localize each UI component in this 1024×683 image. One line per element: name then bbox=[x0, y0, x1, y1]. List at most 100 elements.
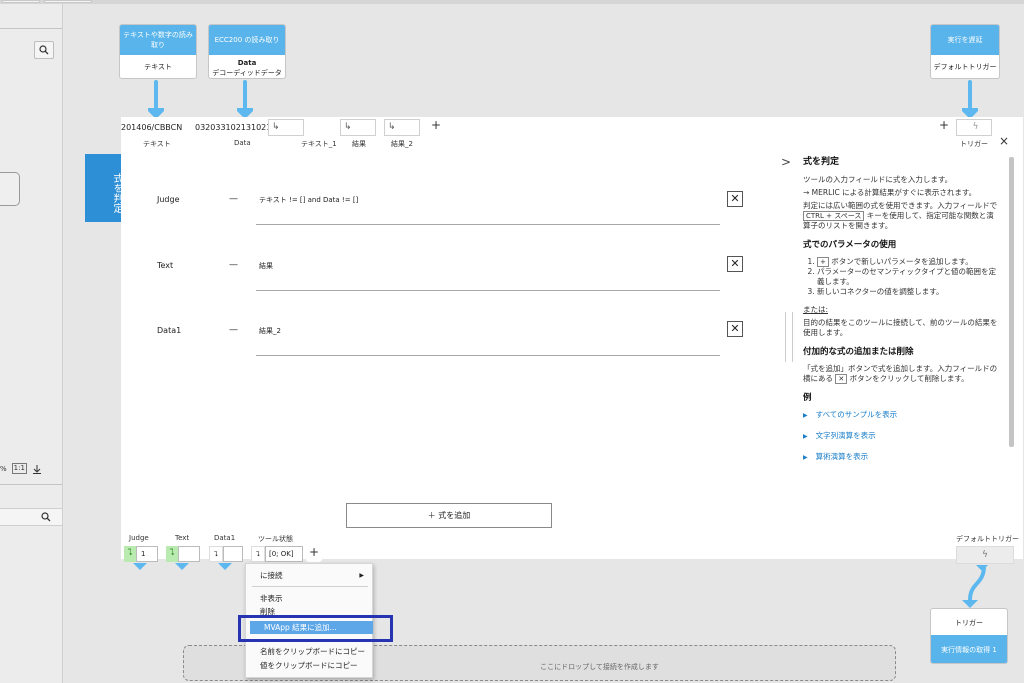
output-text-value[interactable] bbox=[178, 546, 200, 562]
zoom-controls: % 1:1 bbox=[0, 463, 42, 474]
connector-arrow-icon bbox=[976, 565, 988, 571]
download-icon[interactable] bbox=[32, 464, 42, 474]
input-label: テキスト bbox=[143, 140, 171, 148]
input-label: 結果 bbox=[352, 140, 366, 148]
output-label-judge: Judge bbox=[129, 534, 149, 542]
input-slot-result-2[interactable]: ↳ bbox=[384, 119, 420, 136]
node-ocr-output: テキスト bbox=[144, 63, 172, 71]
close-button[interactable]: × bbox=[999, 134, 1009, 148]
help-steps: + ボタンで新しいパラメータを追加します。 パラメーターのセマンティックタイプと… bbox=[817, 257, 1001, 297]
node-fetch-title: 実行情報の取得 1 bbox=[931, 635, 1007, 663]
node-ocr[interactable]: テキストや数字の読み取り テキスト bbox=[119, 24, 197, 79]
output-label-data1: Data1 bbox=[214, 534, 236, 542]
search-row[interactable] bbox=[0, 508, 62, 526]
help-scrollbar[interactable] bbox=[1009, 157, 1014, 447]
node-ecc200[interactable]: ECC200 の読み取り Data デコーディッドデータ bbox=[208, 24, 286, 79]
help-link-all-samples[interactable]: すべてのサンプルを表示 bbox=[803, 410, 1001, 421]
node-ecc200-title: ECC200 の読み取り bbox=[209, 25, 285, 55]
help-step: + ボタンで新しいパラメータを追加します。 bbox=[817, 257, 1001, 267]
output-label-text: Text bbox=[175, 534, 190, 542]
search-icon[interactable] bbox=[41, 512, 51, 522]
menu-item-hide[interactable]: 非表示 bbox=[246, 592, 372, 605]
expression-dash: — bbox=[229, 194, 238, 204]
collapse-help-button[interactable]: > bbox=[781, 155, 791, 169]
document-tab[interactable] bbox=[44, 0, 92, 3]
output-arrow-icon bbox=[133, 563, 147, 570]
input-label: テキスト_1 bbox=[301, 140, 337, 148]
remove-expression-text-button[interactable]: ✕ bbox=[727, 256, 743, 272]
connector bbox=[968, 80, 972, 110]
judge-expression-tool: 201406/CBBCN 03203310213102112322 テキスト D… bbox=[121, 117, 1023, 570]
add-input-button[interactable]: + bbox=[428, 119, 444, 135]
add-trigger-button[interactable]: + bbox=[936, 119, 952, 135]
add-output-button[interactable]: + bbox=[306, 546, 322, 562]
expression-input-text[interactable]: 結果 bbox=[256, 255, 720, 291]
help-title: 式を判定 bbox=[803, 157, 840, 167]
menu-item-copy-name[interactable]: 名前をクリップボードにコピー bbox=[246, 645, 372, 658]
help-panel: 式を判定 ツールの入力フィールドに式を入力します。 → MERLIC による計算… bbox=[803, 157, 1001, 473]
input-slot-result[interactable]: ↳ bbox=[340, 119, 376, 136]
search-button[interactable] bbox=[34, 41, 54, 59]
node-ecc200-output-label: デコーディッドデータ bbox=[212, 69, 282, 77]
help-intro-1: ツールの入力フィールドに式を入力します。 bbox=[803, 175, 953, 184]
output-arrow-icon bbox=[218, 563, 232, 570]
output-state-value[interactable]: [0; OK] bbox=[265, 546, 303, 562]
tool-side-tab[interactable]: 式を判定 bbox=[85, 154, 122, 222]
output-state-marker-icon: ⮧ bbox=[251, 546, 265, 562]
help-link-arith-ops[interactable]: 算術演算を表示 bbox=[803, 452, 1001, 463]
help-link-string-ops[interactable]: 文字列演算を表示 bbox=[803, 431, 1001, 442]
divider bbox=[0, 28, 62, 29]
divider bbox=[0, 484, 62, 485]
input-value-text: 201406/CBBCN bbox=[121, 123, 183, 132]
input-slot-text-1[interactable]: ↳ bbox=[268, 119, 304, 136]
output-judge-marker-icon: ⮧ bbox=[124, 546, 136, 562]
search-icon bbox=[39, 45, 49, 55]
zoom-fit-button[interactable]: 1:1 bbox=[11, 463, 27, 474]
expression-input-data1[interactable]: 結果_2 bbox=[256, 320, 720, 356]
node-fetch-info[interactable]: トリガー 実行情報の取得 1 bbox=[930, 608, 1008, 664]
output-arrow-icon bbox=[175, 563, 189, 570]
remove-expression-data1-button[interactable]: ✕ bbox=[727, 321, 743, 337]
expression-input-judge[interactable]: テキスト != [] and Data != [] bbox=[256, 189, 720, 225]
connector bbox=[154, 80, 158, 110]
submenu-arrow-icon: ▶ bbox=[359, 572, 364, 579]
shortcut-key: CTRL + スペース bbox=[803, 211, 865, 221]
expression-label-data1: Data1 bbox=[157, 326, 182, 335]
node-delay[interactable]: 実行を遅延 デフォルトトリガー bbox=[930, 24, 1000, 79]
output-data1-marker-icon: ⮧ bbox=[209, 546, 223, 562]
node-fetch-trigger: トリガー bbox=[955, 619, 983, 627]
resize-handle[interactable] bbox=[785, 312, 793, 362]
help-or: または: bbox=[803, 305, 829, 314]
output-judge-value[interactable]: 1 bbox=[136, 546, 158, 562]
trigger-input-slot[interactable]: ϟ bbox=[956, 119, 992, 136]
help-add-remove-text: 「式を追加」ボタンで式を追加します。入力フィールドの横にある ✕ ボタンをクリッ… bbox=[803, 364, 998, 384]
connector bbox=[243, 80, 247, 110]
node-delay-title: 実行を遅延 bbox=[931, 25, 999, 55]
output-data1-value[interactable] bbox=[223, 546, 243, 562]
document-tab[interactable] bbox=[2, 0, 40, 3]
input-label: 結果_2 bbox=[391, 140, 413, 148]
output-label-state: ツール状態 bbox=[258, 535, 293, 543]
help-intro-2: → MERLIC による計算結果がすぐに表示されます。 bbox=[803, 188, 977, 197]
menu-item-connect[interactable]: に接続 ▶ bbox=[246, 569, 372, 582]
help-section-add-remove: 付加的な式の追加または削除 bbox=[803, 347, 914, 357]
help-section-examples: 例 bbox=[803, 393, 812, 403]
node-delay-output: デフォルトトリガー bbox=[933, 63, 997, 71]
default-trigger-label: デフォルトトリガー bbox=[956, 535, 1019, 543]
add-expression-button[interactable]: ＋ 式を追加 bbox=[346, 503, 552, 528]
left-panel: % 1:1 bbox=[0, 4, 63, 683]
node-ecc200-output-name: Data bbox=[237, 59, 257, 67]
zoom-level: % bbox=[0, 464, 7, 473]
trigger-input-label: トリガー bbox=[960, 140, 988, 148]
tool-item[interactable] bbox=[0, 172, 20, 206]
help-section-params: 式でのパラメータの使用 bbox=[803, 240, 897, 250]
node-ocr-title: テキストや数字の読み取り bbox=[120, 25, 196, 55]
input-label: Data bbox=[234, 139, 251, 147]
expression-label-judge: Judge bbox=[157, 195, 180, 204]
remove-expression-judge-button[interactable]: ✕ bbox=[727, 191, 743, 207]
help-or-text: 目的の結果をこのツールに接続して、前のツールの結果を使用します。 bbox=[803, 318, 998, 337]
menu-separator bbox=[252, 586, 368, 587]
help-step: 新しいコネクターの値を調整します。 bbox=[817, 287, 1001, 297]
menu-item-copy-value[interactable]: 値をクリップボードにコピー bbox=[246, 659, 372, 672]
help-step: パラメーターのセマンティックタイプと値の範囲を定義します。 bbox=[817, 267, 1001, 287]
